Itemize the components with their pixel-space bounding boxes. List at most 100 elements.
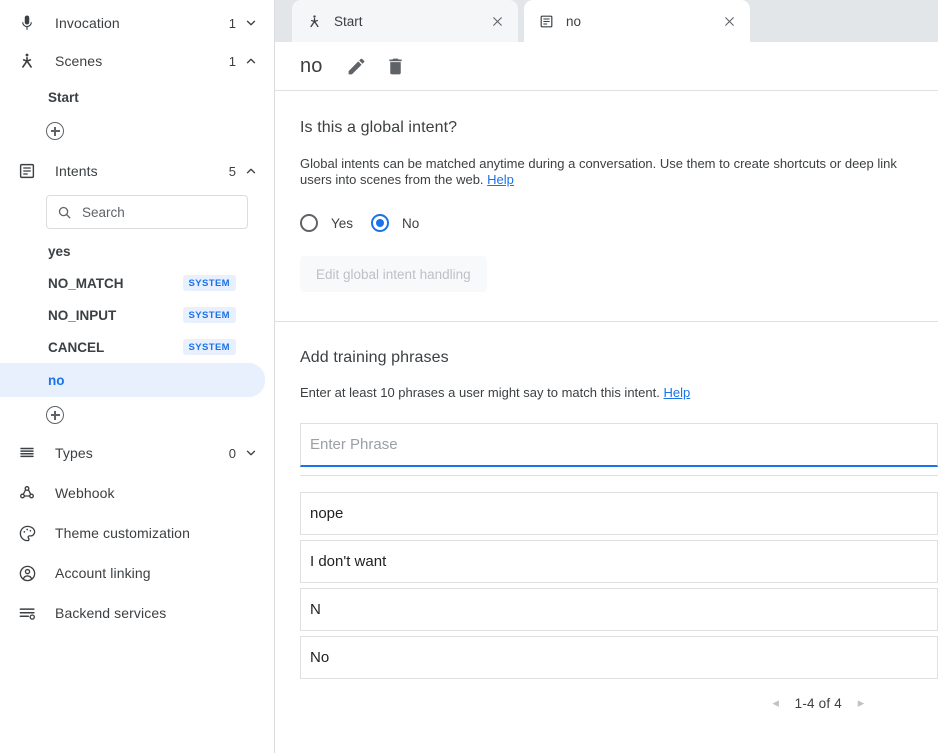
page-title: no bbox=[300, 55, 322, 78]
radio-yes-circle[interactable] bbox=[300, 214, 318, 232]
close-icon[interactable] bbox=[721, 13, 738, 30]
global-intent-title: Is this a global intent? bbox=[300, 119, 938, 137]
pagination-next-button[interactable]: ▸ bbox=[854, 695, 868, 711]
sidebar-item-label: Invocation bbox=[55, 15, 229, 31]
radio-yes-label: Yes bbox=[331, 216, 353, 231]
radio-option-yes[interactable]: Yes bbox=[300, 214, 353, 232]
add-scene-button[interactable] bbox=[0, 115, 274, 147]
sidebar-item-label: Scenes bbox=[55, 53, 229, 69]
tab-no[interactable]: no bbox=[524, 0, 750, 42]
training-phrases-title: Add training phrases bbox=[300, 349, 938, 367]
sidebar-item-label: Webhook bbox=[55, 485, 258, 501]
app-root: Invocation 1 Scenes 1 Start bbox=[0, 0, 938, 753]
pagination: ◂ 1-4 of 4 ▸ bbox=[275, 695, 938, 711]
phrase-text: N bbox=[310, 601, 321, 618]
global-intent-description: Global intents can be matched anytime du… bbox=[300, 156, 915, 188]
training-phrases-help-link[interactable]: Help bbox=[663, 385, 690, 400]
sidebar-item-label: Account linking bbox=[55, 565, 258, 581]
training-phrases-description: Enter at least 10 phrases a user might s… bbox=[300, 385, 915, 401]
add-scene-icon bbox=[46, 122, 64, 140]
sidebar-item-webhook[interactable]: Webhook bbox=[0, 475, 274, 511]
radio-no-circle[interactable] bbox=[371, 214, 389, 232]
sidebar-intent-no[interactable]: no bbox=[0, 363, 265, 397]
pagination-prev-button[interactable]: ◂ bbox=[769, 695, 783, 711]
section-divider bbox=[275, 321, 938, 322]
intent-label: NO_INPUT bbox=[48, 308, 183, 323]
scene-label: Start bbox=[48, 90, 79, 105]
search-icon bbox=[57, 204, 72, 220]
sidebar-intent-no-input[interactable]: NO_INPUT SYSTEM bbox=[0, 299, 274, 331]
sidebar-intent-no-match[interactable]: NO_MATCH SYSTEM bbox=[0, 267, 274, 299]
pencil-icon[interactable] bbox=[344, 54, 368, 78]
chevron-down-icon[interactable] bbox=[244, 446, 258, 460]
scenes-icon bbox=[306, 13, 323, 30]
global-intent-help-link[interactable]: Help bbox=[487, 172, 514, 187]
backend-services-icon bbox=[16, 602, 38, 624]
phrase-text: I don't want bbox=[310, 553, 386, 570]
sidebar-intent-yes[interactable]: yes bbox=[0, 235, 274, 267]
sidebar-item-theme-customization[interactable]: Theme customization bbox=[0, 515, 274, 551]
sidebar-item-label: Backend services bbox=[55, 605, 258, 621]
chevron-up-icon[interactable] bbox=[244, 54, 258, 68]
sidebar-item-label: Theme customization bbox=[55, 525, 258, 541]
sidebar-item-count: 0 bbox=[229, 446, 236, 461]
tab-bar: Start no bbox=[275, 0, 938, 42]
sidebar-item-label: Types bbox=[55, 445, 229, 461]
intents-icon bbox=[16, 160, 38, 182]
scenes-icon bbox=[16, 50, 38, 72]
intent-header: no bbox=[275, 42, 938, 90]
intent-label: CANCEL bbox=[48, 340, 183, 355]
phrase-list-separator bbox=[300, 475, 938, 476]
tab-label: Start bbox=[334, 14, 489, 29]
phrase-row[interactable]: N bbox=[300, 588, 938, 631]
system-badge: SYSTEM bbox=[183, 307, 236, 323]
intent-label: yes bbox=[48, 244, 264, 259]
close-icon[interactable] bbox=[489, 13, 506, 30]
phrase-row[interactable]: No bbox=[300, 636, 938, 679]
phrase-text: No bbox=[310, 649, 329, 666]
edit-global-intent-handling-button[interactable]: Edit global intent handling bbox=[300, 256, 487, 292]
sidebar-item-types[interactable]: Types 0 bbox=[0, 435, 274, 471]
intents-search-wrapper bbox=[0, 189, 274, 235]
global-intent-radio-group: Yes No bbox=[300, 214, 938, 232]
tab-label: no bbox=[566, 14, 721, 29]
training-phrases-section: Add training phrases Enter at least 10 p… bbox=[275, 349, 938, 401]
sidebar-item-intents[interactable]: Intents 5 bbox=[0, 153, 274, 189]
sidebar-item-account-linking[interactable]: Account linking bbox=[0, 555, 274, 591]
global-intent-description-text: Global intents can be matched anytime du… bbox=[300, 156, 897, 187]
search-input[interactable] bbox=[82, 205, 237, 220]
sidebar-scene-start[interactable]: Start bbox=[0, 81, 274, 113]
trash-icon[interactable] bbox=[383, 54, 407, 78]
sidebar-item-label: Intents bbox=[55, 163, 229, 179]
webhook-icon bbox=[16, 482, 38, 504]
add-intent-icon bbox=[46, 406, 64, 424]
phrase-row[interactable]: nope bbox=[300, 492, 938, 535]
microphone-icon bbox=[16, 12, 38, 34]
enter-phrase-field[interactable] bbox=[300, 423, 938, 467]
search-box[interactable] bbox=[46, 195, 248, 229]
header-divider bbox=[275, 90, 938, 91]
radio-option-no[interactable]: No bbox=[371, 214, 419, 232]
edit-global-intent-wrapper: Edit global intent handling bbox=[300, 256, 938, 292]
sidebar-item-count: 1 bbox=[229, 54, 236, 69]
chevron-down-icon[interactable] bbox=[244, 16, 258, 30]
sidebar-item-backend-services[interactable]: Backend services bbox=[0, 595, 274, 631]
sidebar-item-count: 1 bbox=[229, 16, 236, 31]
intents-icon bbox=[538, 13, 555, 30]
training-phrases-description-text: Enter at least 10 phrases a user might s… bbox=[300, 385, 660, 400]
global-intent-section: Is this a global intent? Global intents … bbox=[275, 119, 938, 292]
types-icon bbox=[16, 442, 38, 464]
phrase-row[interactable]: I don't want bbox=[300, 540, 938, 583]
sidebar-item-count: 5 bbox=[229, 164, 236, 179]
main-content: Start no no bbox=[275, 0, 938, 753]
account-icon bbox=[16, 562, 38, 584]
tab-start[interactable]: Start bbox=[292, 0, 518, 42]
enter-phrase-input[interactable] bbox=[310, 436, 937, 453]
system-badge: SYSTEM bbox=[183, 275, 236, 291]
sidebar-item-scenes[interactable]: Scenes 1 bbox=[0, 43, 274, 79]
sidebar-item-invocation[interactable]: Invocation 1 bbox=[0, 5, 274, 41]
add-intent-button[interactable] bbox=[0, 399, 274, 431]
chevron-up-icon[interactable] bbox=[244, 164, 258, 178]
system-badge: SYSTEM bbox=[183, 339, 236, 355]
sidebar-intent-cancel[interactable]: CANCEL SYSTEM bbox=[0, 331, 274, 363]
